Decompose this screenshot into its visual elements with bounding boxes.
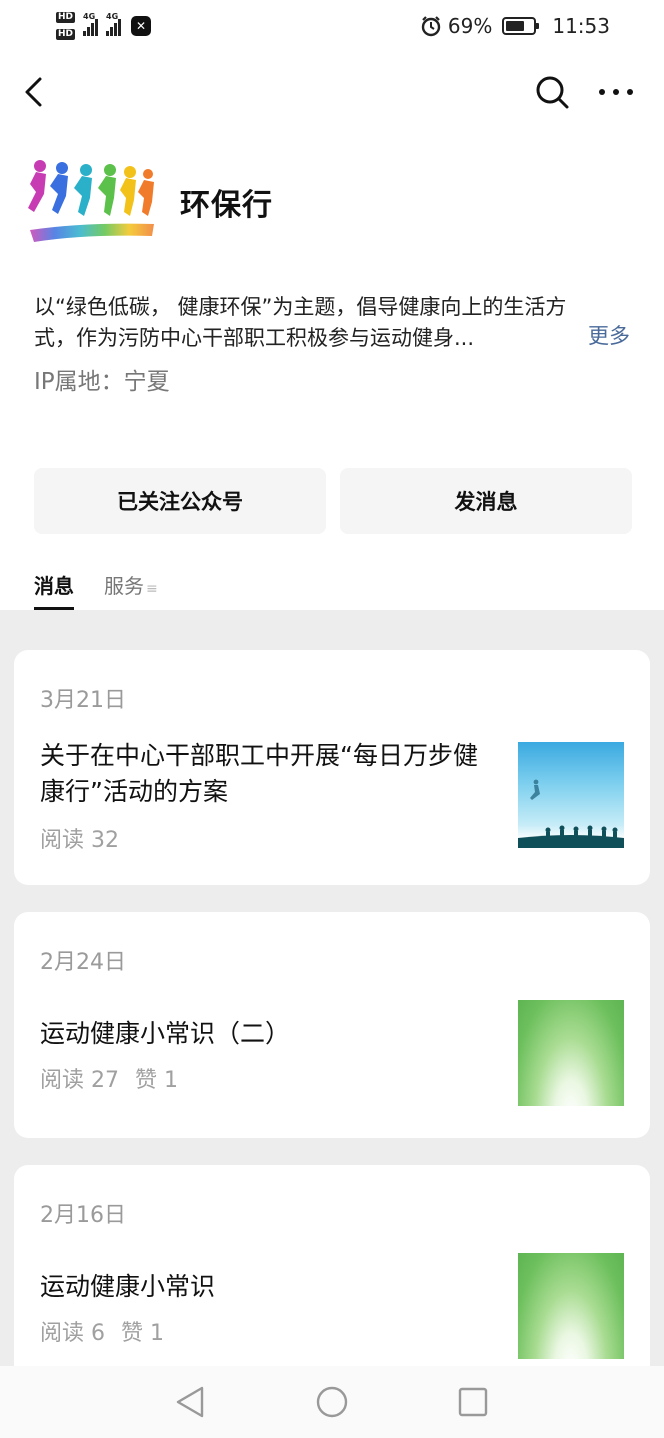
search-icon[interactable] xyxy=(532,72,572,112)
followed-account-button[interactable]: 已关注公众号 xyxy=(34,468,326,534)
recents-square-icon[interactable] xyxy=(456,1384,490,1420)
signal-icon-2: 4G xyxy=(106,12,122,36)
hd-badge-2: HD xyxy=(56,29,76,40)
chevron-left-icon[interactable] xyxy=(18,74,54,110)
article-date: 3月21日 xyxy=(40,688,126,713)
article-date: 2月24日 xyxy=(40,950,126,975)
account-description: 以“绿色低碳， 健康环保”为主题，倡导健康向上的生活方式，作为污防中心干部职工积… xyxy=(34,295,567,350)
article-meta: 阅读 32 xyxy=(40,822,119,854)
article-meta: 阅读 6 赞 1 xyxy=(40,1315,164,1347)
article-date: 2月16日 xyxy=(40,1203,126,1228)
tab-label: 服务 xyxy=(104,574,144,598)
menu-icon: ≡ xyxy=(146,581,158,597)
article-thumbnail[interactable] xyxy=(518,1253,624,1359)
status-right: 69% 11:53 xyxy=(420,12,610,40)
article-card[interactable]: 2月16日 运动健康小常识 阅读 6 赞 1 xyxy=(14,1165,650,1366)
send-message-button[interactable]: 发消息 xyxy=(340,468,632,534)
home-circle-icon[interactable] xyxy=(314,1384,350,1420)
hd-badge-1: HD xyxy=(56,12,76,23)
tab-messages[interactable]: 消息 xyxy=(34,570,74,610)
article-meta: 阅读 27 赞 1 xyxy=(40,1062,178,1094)
alarm-icon xyxy=(421,16,441,37)
ip-location: IP属地：宁夏 xyxy=(34,369,170,395)
article-card[interactable]: 2月24日 运动健康小常识（二） 阅读 27 赞 1 xyxy=(14,912,650,1138)
like-count: 赞 1 xyxy=(135,1068,178,1093)
top-nav xyxy=(0,60,664,126)
more-description-link[interactable]: 更多 xyxy=(588,320,630,350)
article-card[interactable]: 3月21日 关于在中心干部职工中开展“每日万步健康行”活动的方案 阅读 32 xyxy=(14,650,650,885)
description-block: 以“绿色低碳， 健康环保”为主题，倡导健康向上的生活方式，作为污防中心干部职工积… xyxy=(34,292,634,354)
read-count: 阅读 27 xyxy=(40,1068,119,1093)
app-notification-icon: ✕ xyxy=(131,16,152,36)
account-name: 环保行 xyxy=(180,188,273,223)
tab-label: 消息 xyxy=(34,574,74,598)
more-icon[interactable] xyxy=(596,74,636,110)
battery-icon xyxy=(502,17,540,35)
clock: 11:53 xyxy=(552,14,610,38)
article-title[interactable]: 关于在中心干部职工中开展“每日万步健康行”活动的方案 xyxy=(40,738,490,810)
article-title[interactable]: 运动健康小常识 xyxy=(40,1269,490,1305)
status-left: HD HD 4G 4G ✕ xyxy=(56,8,152,44)
article-thumbnail[interactable] xyxy=(518,1000,624,1106)
like-count: 赞 1 xyxy=(121,1321,164,1346)
tab-bar: 消息 服务 ≡ xyxy=(34,570,158,610)
signal-icon-1: 4G xyxy=(83,12,99,36)
read-count: 阅读 6 xyxy=(40,1321,105,1346)
message-feed[interactable]: 3月21日 关于在中心干部职工中开展“每日万步健康行”活动的方案 阅读 32 2… xyxy=(0,610,664,1366)
battery-percent: 69% xyxy=(447,14,493,38)
system-nav-bar xyxy=(0,1366,664,1438)
account-logo xyxy=(28,160,154,242)
article-title[interactable]: 运动健康小常识（二） xyxy=(40,1016,490,1052)
back-triangle-icon[interactable] xyxy=(174,1384,206,1420)
read-count: 阅读 32 xyxy=(40,828,119,853)
status-bar: HD HD 4G 4G ✕ 69% 11:53 xyxy=(0,0,664,52)
tab-services[interactable]: 服务 ≡ xyxy=(104,570,158,610)
hd-indicators: HD HD xyxy=(56,12,76,40)
article-thumbnail[interactable] xyxy=(518,742,624,848)
